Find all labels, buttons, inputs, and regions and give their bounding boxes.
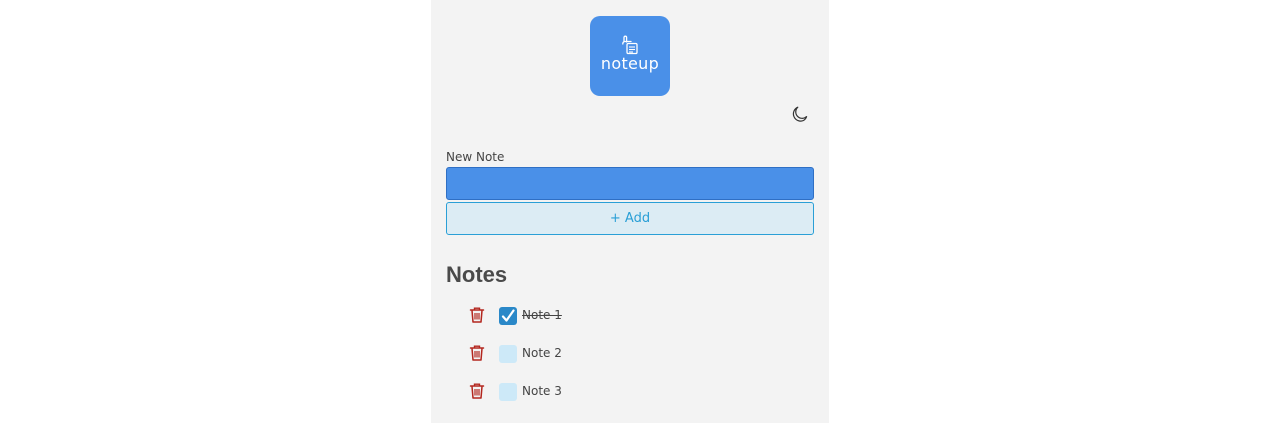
new-note-input[interactable] — [446, 167, 814, 200]
note-checkbox[interactable] — [499, 383, 517, 401]
notes-heading: Notes — [446, 262, 508, 287]
trash-icon[interactable] — [468, 306, 486, 324]
new-note-label: New Note — [446, 150, 505, 164]
app-container: noteup New Note + Add Notes Note 1 Note … — [431, 0, 829, 423]
hand-note-icon — [622, 35, 638, 55]
list-item: Note 1 — [468, 306, 668, 326]
moon-icon[interactable] — [790, 104, 810, 124]
trash-icon[interactable] — [468, 382, 486, 400]
app-logo: noteup — [590, 16, 670, 96]
list-item: Note 2 — [468, 344, 668, 364]
trash-icon[interactable] — [468, 344, 486, 362]
note-checkbox[interactable] — [499, 345, 517, 363]
note-text: Note 3 — [522, 384, 562, 398]
logo-text: noteup — [600, 54, 660, 73]
check-icon — [501, 309, 515, 322]
note-text: Note 2 — [522, 346, 562, 360]
note-text: Note 1 — [522, 308, 562, 322]
note-checkbox[interactable] — [499, 307, 517, 325]
list-item: Note 3 — [468, 382, 668, 402]
add-button[interactable]: + Add — [446, 202, 814, 235]
